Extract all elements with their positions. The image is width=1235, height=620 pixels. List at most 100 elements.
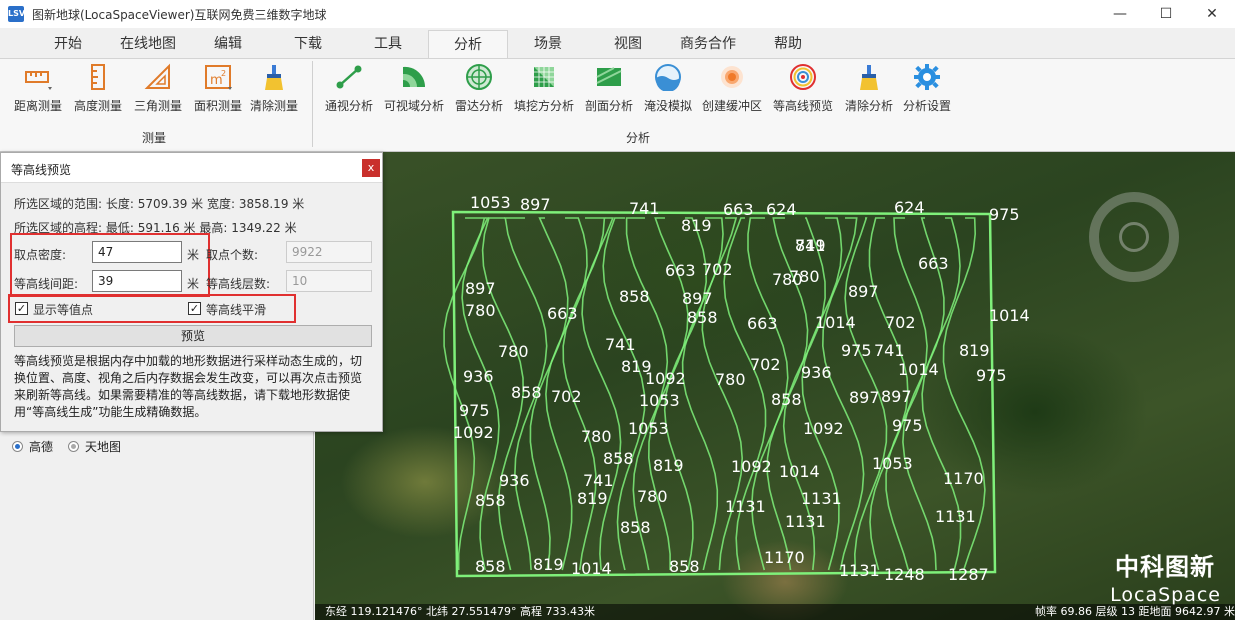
contour-value-label: 780	[581, 427, 612, 446]
contour-value-label: 1014	[898, 360, 939, 379]
contour-value-label: 858	[687, 308, 718, 327]
dialog-title-bar[interactable]: 等高线预览 x	[1, 153, 382, 183]
contour-value-label: 1092	[453, 423, 494, 442]
amap-radio-label: 高德	[29, 440, 54, 454]
height-measure-button[interactable]: 高度测量	[70, 63, 126, 117]
radio-selected-icon[interactable]	[12, 441, 23, 452]
tab-edit[interactable]: 编辑	[196, 30, 260, 58]
contour-value-label: 975	[892, 416, 923, 435]
cut-fill-grid-icon	[534, 67, 554, 87]
contour-value-label: 624	[766, 200, 797, 219]
contour-value-label: 1170	[764, 548, 805, 567]
distance-measure-label: 距离测量	[13, 99, 62, 113]
compass-center-icon[interactable]	[1119, 222, 1149, 252]
radar-analysis-label: 雷达分析	[454, 99, 503, 113]
gear-icon	[914, 64, 940, 90]
triangle-measure-label: 三角测量	[133, 99, 182, 113]
area-measure-label: 面积测量	[193, 99, 242, 113]
contour-value-label: 780	[498, 342, 529, 361]
minimize-icon[interactable]: —	[1097, 0, 1143, 28]
tab-download[interactable]: 下载	[276, 30, 340, 58]
tab-online-map[interactable]: 在线地图	[108, 30, 188, 58]
contour-value-label: 858	[475, 491, 506, 510]
point-count-label: 取点个数:	[206, 248, 259, 262]
contour-value-label: 858	[511, 383, 542, 402]
dialog-title: 等高线预览	[11, 163, 72, 177]
flood-simulation-button[interactable]: 淹没模拟	[640, 63, 696, 117]
contour-value-label: 897	[465, 279, 496, 298]
contour-value-label: 1131	[839, 561, 880, 580]
radio-unselected-icon[interactable]	[68, 441, 79, 452]
smooth-checkbox[interactable]: ✓	[188, 302, 201, 315]
triangle-measure-button[interactable]: 三角测量	[130, 63, 186, 117]
create-buffer-button[interactable]: 创建缓冲区	[700, 63, 764, 117]
line-of-sight-button[interactable]: 通视分析	[320, 63, 378, 117]
contour-value-label: 975	[989, 205, 1020, 224]
dialog-close-icon[interactable]: x	[362, 159, 380, 177]
show-values-checkbox[interactable]: ✓	[15, 302, 28, 315]
show-values-label: 显示等值点	[33, 303, 94, 317]
contour-value-label: 1014	[571, 559, 612, 578]
clear-analysis-button[interactable]: 清除分析	[842, 63, 896, 117]
create-buffer-label: 创建缓冲区	[701, 99, 762, 113]
tab-help[interactable]: 帮助	[756, 30, 820, 58]
contour-value-label: 741	[795, 236, 826, 255]
contour-value-label: 702	[750, 355, 781, 374]
density-input[interactable]: 47	[92, 241, 182, 263]
amap-radio-option[interactable]: 高德	[12, 438, 53, 455]
contour-value-label: 819	[959, 341, 990, 360]
vertical-ruler-icon	[91, 64, 105, 90]
interval-input[interactable]: 39	[92, 270, 182, 292]
line-of-sight-label: 通视分析	[324, 99, 373, 113]
contour-value-label: 741	[874, 341, 905, 360]
interval-unit: 米	[187, 277, 200, 291]
contour-value-label: 1092	[645, 369, 686, 388]
contour-value-label: 663	[665, 261, 696, 280]
density-label: 取点密度:	[14, 248, 67, 262]
contour-rings-icon	[790, 64, 816, 90]
close-icon[interactable]: ✕	[1189, 0, 1235, 28]
contour-value-label: 702	[885, 313, 916, 332]
map-view[interactable]: 1053 897 741 663 624 819 624 975 819 741 702 663 780…	[315, 152, 1235, 620]
area-m2-icon: m2	[205, 65, 232, 90]
contour-value-label: 858	[603, 449, 634, 468]
contour-value-label: 780	[715, 370, 746, 389]
contour-line	[581, 217, 622, 571]
contour-value-label: 1287	[948, 565, 989, 584]
buffer-icon	[721, 66, 743, 88]
range-info-text: 所选区域的范围: 长度: 5709.39 米 宽度: 3858.19 米	[14, 197, 305, 211]
clear-measure-button[interactable]: 清除测量	[246, 63, 302, 117]
tab-tools[interactable]: 工具	[356, 30, 420, 58]
contour-value-label: 702	[551, 387, 582, 406]
tab-analysis[interactable]: 分析	[428, 30, 508, 58]
analysis-settings-button[interactable]: 分析设置	[900, 63, 954, 117]
contour-value-label: 897	[849, 388, 880, 407]
tab-view[interactable]: 视图	[596, 30, 660, 58]
radar-analysis-button[interactable]: 雷达分析	[450, 63, 508, 117]
tianditu-radio-option[interactable]: 天地图	[68, 438, 121, 455]
contour-value-label: 663	[547, 304, 578, 323]
profile-icon	[596, 67, 622, 86]
contour-value-label: 1092	[803, 419, 844, 438]
contour-line	[443, 217, 486, 570]
maximize-icon[interactable]: ☐	[1143, 0, 1189, 28]
contour-preview-button[interactable]: 等高线预览	[770, 63, 836, 117]
tab-scene[interactable]: 场景	[516, 30, 580, 58]
navigation-compass-icon[interactable]	[1089, 192, 1179, 282]
profile-analysis-button[interactable]: 剖面分析	[582, 63, 636, 117]
preview-button[interactable]: 预览	[14, 325, 372, 347]
contour-value-label: 858	[669, 557, 700, 576]
tab-business[interactable]: 商务合作	[668, 30, 748, 58]
contour-value-label: 663	[723, 200, 754, 219]
cut-fill-button[interactable]: 填挖方分析	[512, 63, 576, 117]
contour-value-label: 624	[894, 198, 925, 217]
tab-start[interactable]: 开始	[36, 30, 100, 58]
contour-value-label: 936	[463, 367, 494, 386]
viewshed-button[interactable]: 可视域分析	[382, 63, 446, 117]
contour-value-label: 897	[848, 282, 879, 301]
contour-value-label: 1131	[801, 489, 842, 508]
contour-value-label: 819	[577, 489, 608, 508]
distance-measure-button[interactable]: 距离测量	[10, 63, 66, 117]
area-measure-button[interactable]: m2 面积测量	[190, 63, 246, 117]
smooth-label: 等高线平滑	[206, 303, 267, 317]
